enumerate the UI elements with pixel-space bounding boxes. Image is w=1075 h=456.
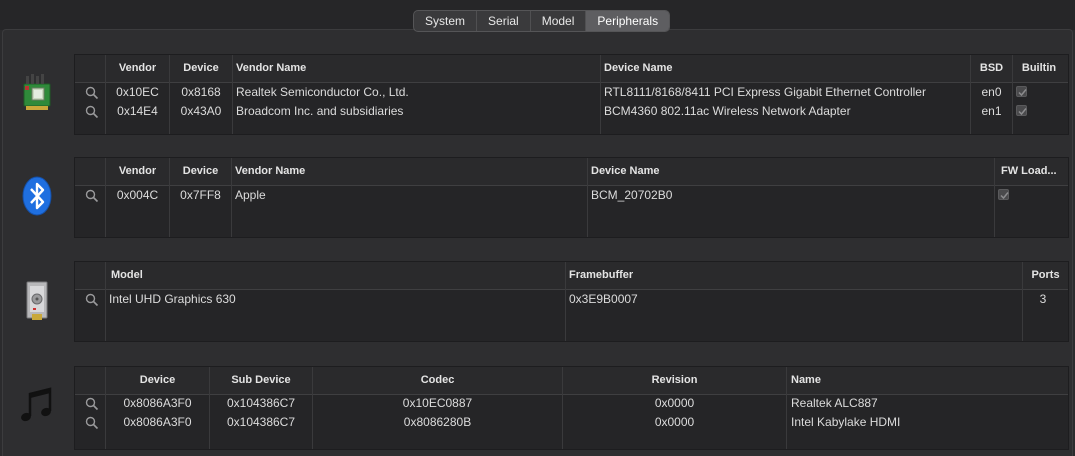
cell-device: 0x8086A3F0 bbox=[123, 415, 192, 429]
bluetooth-icon bbox=[22, 176, 52, 216]
col-device[interactable]: Device bbox=[170, 55, 232, 82]
cell-ports: 3 bbox=[1039, 292, 1047, 306]
cell-bsd: en1 bbox=[981, 104, 1002, 118]
col-ports[interactable]: Ports bbox=[1023, 262, 1068, 289]
col-builtin[interactable]: Builtin bbox=[1013, 55, 1065, 82]
tab-bar: System Serial Model Peripherals bbox=[413, 10, 671, 32]
table-row[interactable]: 0x8086A3F0 0x104386C7 0x10EC0887 0x0000 … bbox=[75, 394, 1068, 413]
col-model[interactable]: Model bbox=[111, 262, 551, 289]
cell-model: Intel UHD Graphics 630 bbox=[109, 292, 236, 306]
col-sub-device[interactable]: Sub Device bbox=[210, 367, 312, 394]
tab-peripherals[interactable]: Peripherals bbox=[586, 11, 670, 31]
builtin-checkbox[interactable] bbox=[1016, 86, 1027, 97]
table-row[interactable]: 0x8086A3F0 0x104386C7 0x8086280B 0x0000 … bbox=[75, 413, 1068, 432]
network-table: Vendor Device Vendor Name Device Name BS… bbox=[74, 54, 1069, 135]
col-name[interactable]: Name bbox=[791, 367, 1061, 394]
cell-bsd: en0 bbox=[981, 85, 1002, 99]
col-device-name[interactable]: Device Name bbox=[591, 158, 986, 185]
cell-framebuffer: 0x3E9B0007 bbox=[569, 292, 638, 306]
table-row[interactable]: 0x14E4 0x43A0 Broadcom Inc. and subsidia… bbox=[75, 102, 1068, 121]
table-header: Vendor Device Vendor Name Device Name BS… bbox=[75, 55, 1068, 83]
cell-name: Realtek ALC887 bbox=[791, 396, 878, 410]
graphics-table: Model Framebuffer Ports Intel UHD Graphi… bbox=[74, 261, 1069, 342]
cell-device: 0x7FF8 bbox=[180, 188, 221, 202]
checkmark-icon bbox=[1000, 192, 1009, 200]
cell-vendor-name: Broadcom Inc. and subsidiaries bbox=[236, 104, 404, 118]
magnifier-icon[interactable] bbox=[85, 86, 99, 100]
cell-vendor: 0x004C bbox=[116, 188, 159, 202]
cell-codec: 0x8086280B bbox=[403, 415, 472, 429]
col-device[interactable]: Device bbox=[106, 367, 209, 394]
cell-device: 0x8086A3F0 bbox=[123, 396, 192, 410]
checkmark-icon bbox=[1018, 89, 1027, 97]
cell-revision: 0x0000 bbox=[654, 396, 695, 410]
cell-device: 0x8168 bbox=[181, 85, 221, 99]
cell-device: 0x43A0 bbox=[180, 104, 222, 118]
fw-load-checkbox[interactable] bbox=[998, 189, 1009, 200]
col-fw-load[interactable]: FW Load... bbox=[1001, 158, 1063, 185]
col-framebuffer[interactable]: Framebuffer bbox=[569, 262, 1009, 289]
magnifier-icon[interactable] bbox=[85, 416, 99, 430]
audio-table: Device Sub Device Codec Revision Name 0x… bbox=[74, 366, 1069, 450]
table-header: Vendor Device Vendor Name Device Name FW… bbox=[75, 158, 1068, 186]
col-device-name[interactable]: Device Name bbox=[604, 55, 964, 82]
col-vendor-name[interactable]: Vendor Name bbox=[235, 158, 580, 185]
table-row[interactable]: Intel UHD Graphics 630 0x3E9B0007 3 bbox=[75, 290, 1068, 309]
magnifier-icon[interactable] bbox=[85, 293, 99, 307]
tab-system[interactable]: System bbox=[414, 11, 478, 31]
col-revision[interactable]: Revision bbox=[563, 367, 786, 394]
cell-vendor-name: Apple bbox=[235, 188, 266, 202]
table-header: Model Framebuffer Ports bbox=[75, 262, 1068, 290]
col-device[interactable]: Device bbox=[170, 158, 231, 185]
network-card-icon bbox=[22, 72, 54, 112]
music-notes-icon bbox=[20, 386, 54, 424]
magnifier-icon[interactable] bbox=[85, 397, 99, 411]
magnifier-icon[interactable] bbox=[85, 105, 99, 119]
cell-sub-device: 0x104386C7 bbox=[226, 396, 296, 410]
cell-vendor: 0x10EC bbox=[116, 85, 159, 99]
cell-name: Intel Kabylake HDMI bbox=[791, 415, 901, 429]
cell-sub-device: 0x104386C7 bbox=[226, 415, 296, 429]
graphics-card-icon bbox=[24, 280, 50, 322]
cell-revision: 0x0000 bbox=[654, 415, 695, 429]
cell-device-name: RTL8111/8168/8411 PCI Express Gigabit Et… bbox=[604, 85, 926, 99]
cell-device-name: BCM4360 802.11ac Wireless Network Adapte… bbox=[604, 104, 851, 118]
cell-vendor-name: Realtek Semiconductor Co., Ltd. bbox=[236, 85, 409, 99]
tab-serial[interactable]: Serial bbox=[477, 11, 531, 31]
table-row[interactable]: 0x10EC 0x8168 Realtek Semiconductor Co.,… bbox=[75, 83, 1068, 102]
col-vendor[interactable]: Vendor bbox=[106, 158, 169, 185]
cell-codec: 0x10EC0887 bbox=[402, 396, 473, 410]
tab-model[interactable]: Model bbox=[531, 11, 587, 31]
checkmark-icon bbox=[1018, 108, 1027, 116]
col-vendor[interactable]: Vendor bbox=[106, 55, 169, 82]
cell-vendor: 0x14E4 bbox=[117, 104, 158, 118]
cell-device-name: BCM_20702B0 bbox=[591, 188, 673, 202]
col-bsd[interactable]: BSD bbox=[971, 55, 1012, 82]
table-header: Device Sub Device Codec Revision Name bbox=[75, 367, 1068, 395]
bluetooth-table: Vendor Device Vendor Name Device Name FW… bbox=[74, 157, 1069, 238]
table-row[interactable]: 0x004C 0x7FF8 Apple BCM_20702B0 bbox=[75, 186, 1068, 205]
col-codec[interactable]: Codec bbox=[313, 367, 562, 394]
magnifier-icon[interactable] bbox=[85, 189, 99, 203]
builtin-checkbox[interactable] bbox=[1016, 105, 1027, 116]
col-vendor-name[interactable]: Vendor Name bbox=[236, 55, 596, 82]
